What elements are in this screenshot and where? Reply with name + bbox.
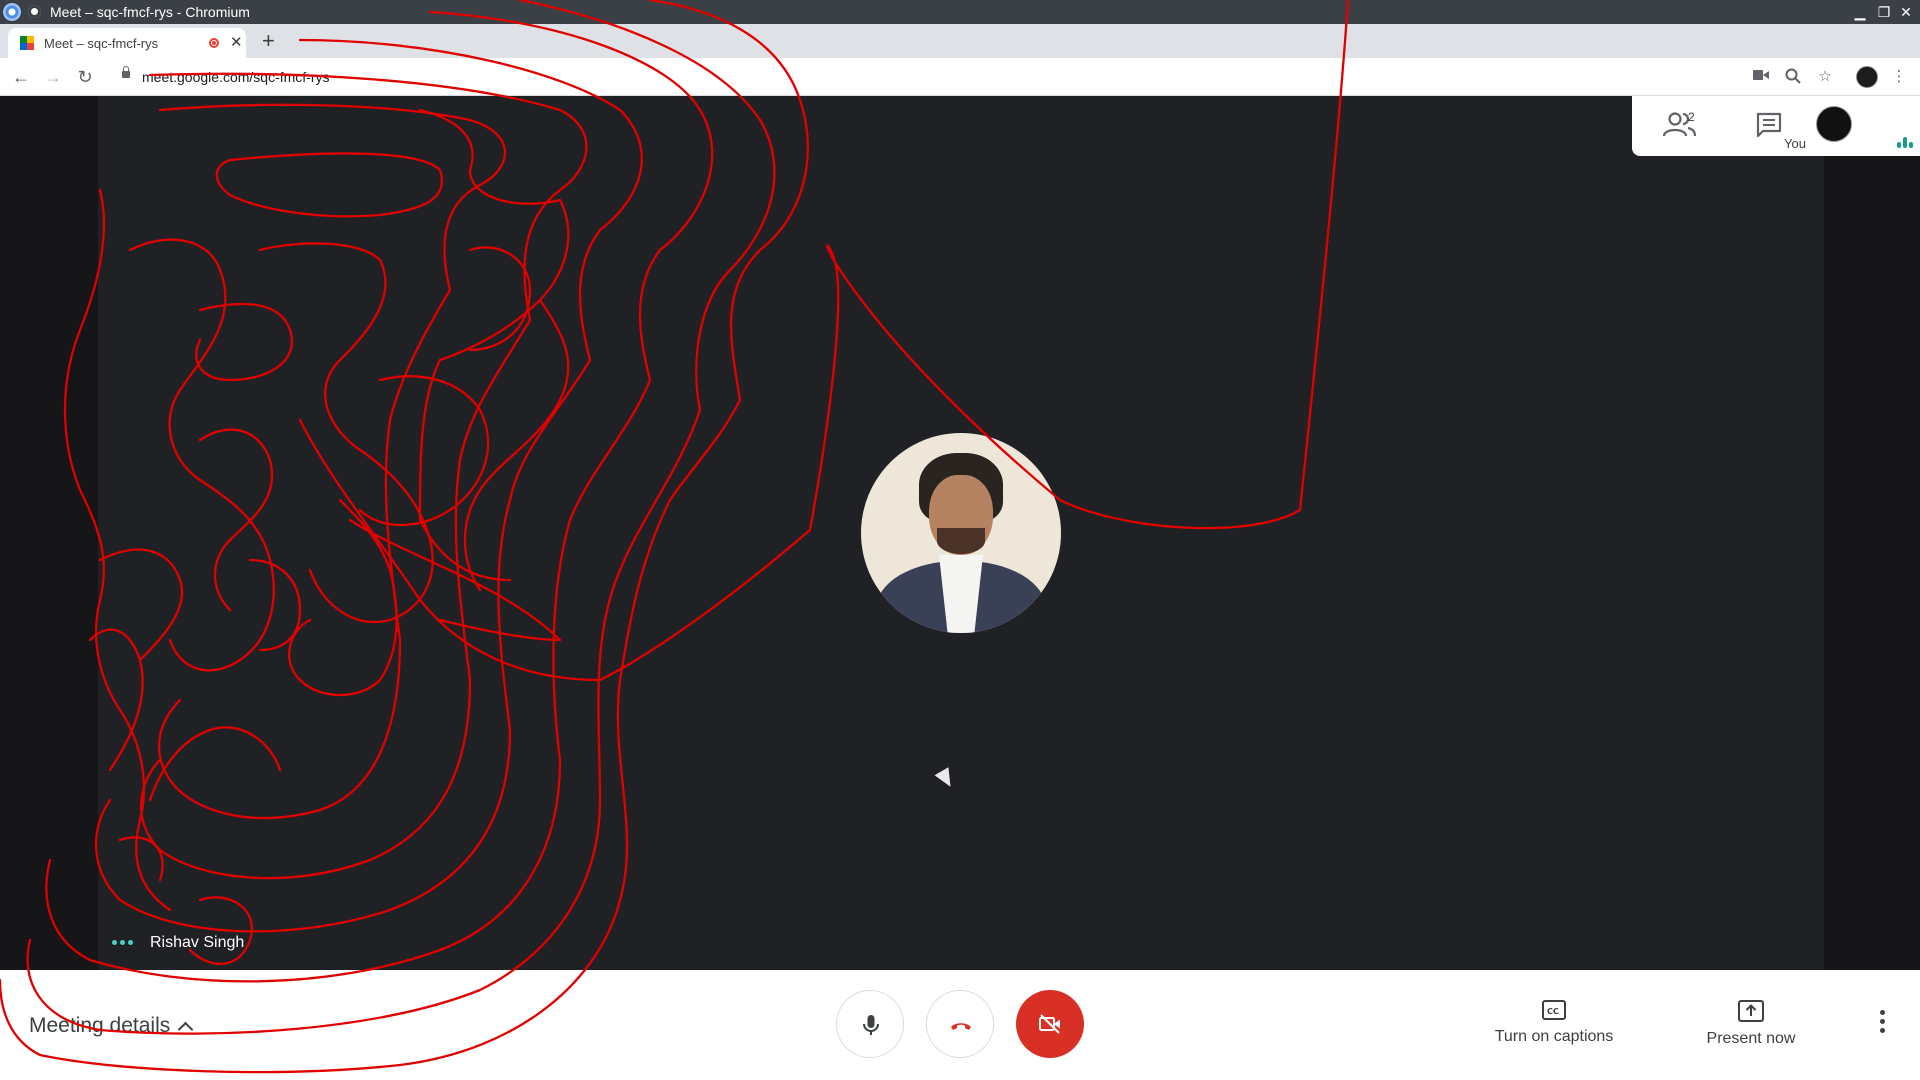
restore-icon[interactable]: ❐ bbox=[1874, 2, 1894, 22]
audio-level-icon bbox=[1897, 136, 1917, 148]
self-label: You bbox=[1784, 136, 1806, 151]
meeting-details-button[interactable]: Meeting details bbox=[29, 1014, 194, 1038]
svg-text:CC: CC bbox=[1547, 1007, 1559, 1016]
mouse-cursor-icon bbox=[934, 767, 958, 791]
bookmark-star-icon[interactable]: ☆ bbox=[1816, 68, 1834, 86]
camera-in-use-icon[interactable] bbox=[1752, 68, 1770, 86]
phone-hangup-icon bbox=[951, 1023, 971, 1030]
speaking-indicator-icon bbox=[112, 940, 134, 946]
chromium-logo-icon bbox=[3, 3, 21, 21]
stage-left-margin bbox=[0, 96, 98, 970]
url-text[interactable]: meet.google.com/sqc-fmcf-rys bbox=[142, 69, 330, 85]
browser-menu-icon[interactable]: ⋮ bbox=[1890, 68, 1908, 86]
tab-title: Meet – sqc-fmcf-rys bbox=[44, 36, 159, 51]
tab-strip: Meet – sqc-fmcf-rys ✕ + bbox=[0, 24, 1920, 58]
meet-favicon-icon bbox=[20, 36, 34, 50]
tab-meet[interactable]: Meet – sqc-fmcf-rys ✕ bbox=[8, 28, 246, 58]
present-button[interactable]: Present now bbox=[1676, 1000, 1826, 1060]
window-title: Meet – sqc-fmcf-rys - Chromium bbox=[50, 4, 250, 20]
chevron-up-icon bbox=[177, 1021, 194, 1038]
close-tab-icon[interactable]: ✕ bbox=[230, 33, 243, 51]
captions-button[interactable]: CC Turn on captions bbox=[1479, 1000, 1629, 1060]
window-menu-icon[interactable] bbox=[28, 5, 41, 18]
camera-toggle-button[interactable] bbox=[1016, 990, 1084, 1058]
browser-toolbar: ← → ↻ meet.google.com/sqc-fmcf-rys ☆ ⋮ bbox=[0, 58, 1920, 96]
present-screen-icon bbox=[1738, 1000, 1764, 1022]
participant-avatar bbox=[861, 433, 1061, 633]
participant-count: 2 bbox=[1688, 110, 1695, 124]
chat-icon[interactable] bbox=[1755, 112, 1783, 138]
present-label: Present now bbox=[1706, 1030, 1796, 1047]
participant-name: Rishav Singh bbox=[150, 934, 245, 951]
microphone-button[interactable] bbox=[836, 990, 904, 1058]
window-titlebar: Meet – sqc-fmcf-rys - Chromium ▁ ❐ ✕ bbox=[0, 0, 1920, 24]
recording-indicator-icon bbox=[209, 38, 219, 48]
captions-label: Turn on captions bbox=[1494, 1028, 1614, 1045]
meeting-info-panel: 2 You bbox=[1632, 96, 1920, 156]
meeting-details-label: Meeting details bbox=[29, 1014, 171, 1037]
lock-icon bbox=[122, 66, 130, 78]
new-tab-button[interactable]: + bbox=[262, 28, 275, 54]
call-controls-bar: Meeting details CC Turn on captions Pres… bbox=[0, 970, 1920, 1080]
stage-right-margin bbox=[1824, 96, 1920, 970]
reload-icon[interactable]: ↻ bbox=[74, 66, 96, 88]
profile-avatar[interactable] bbox=[1856, 66, 1878, 88]
microphone-icon bbox=[863, 1015, 879, 1035]
more-options-icon[interactable] bbox=[1870, 1010, 1894, 1040]
video-stage: Rishav Singh bbox=[0, 96, 1920, 970]
self-view-thumbnail[interactable] bbox=[1816, 106, 1852, 142]
closed-captions-icon: CC bbox=[1542, 1000, 1566, 1020]
camera-off-icon bbox=[1039, 1014, 1060, 1034]
zoom-icon[interactable] bbox=[1784, 68, 1802, 86]
end-call-button[interactable] bbox=[926, 990, 994, 1058]
address-bar[interactable]: meet.google.com/sqc-fmcf-rys bbox=[110, 63, 1770, 91]
minimize-icon[interactable]: ▁ bbox=[1850, 2, 1870, 22]
back-icon[interactable]: ← bbox=[10, 66, 32, 88]
close-window-icon[interactable]: ✕ bbox=[1896, 2, 1916, 22]
forward-icon[interactable]: → bbox=[42, 66, 64, 88]
